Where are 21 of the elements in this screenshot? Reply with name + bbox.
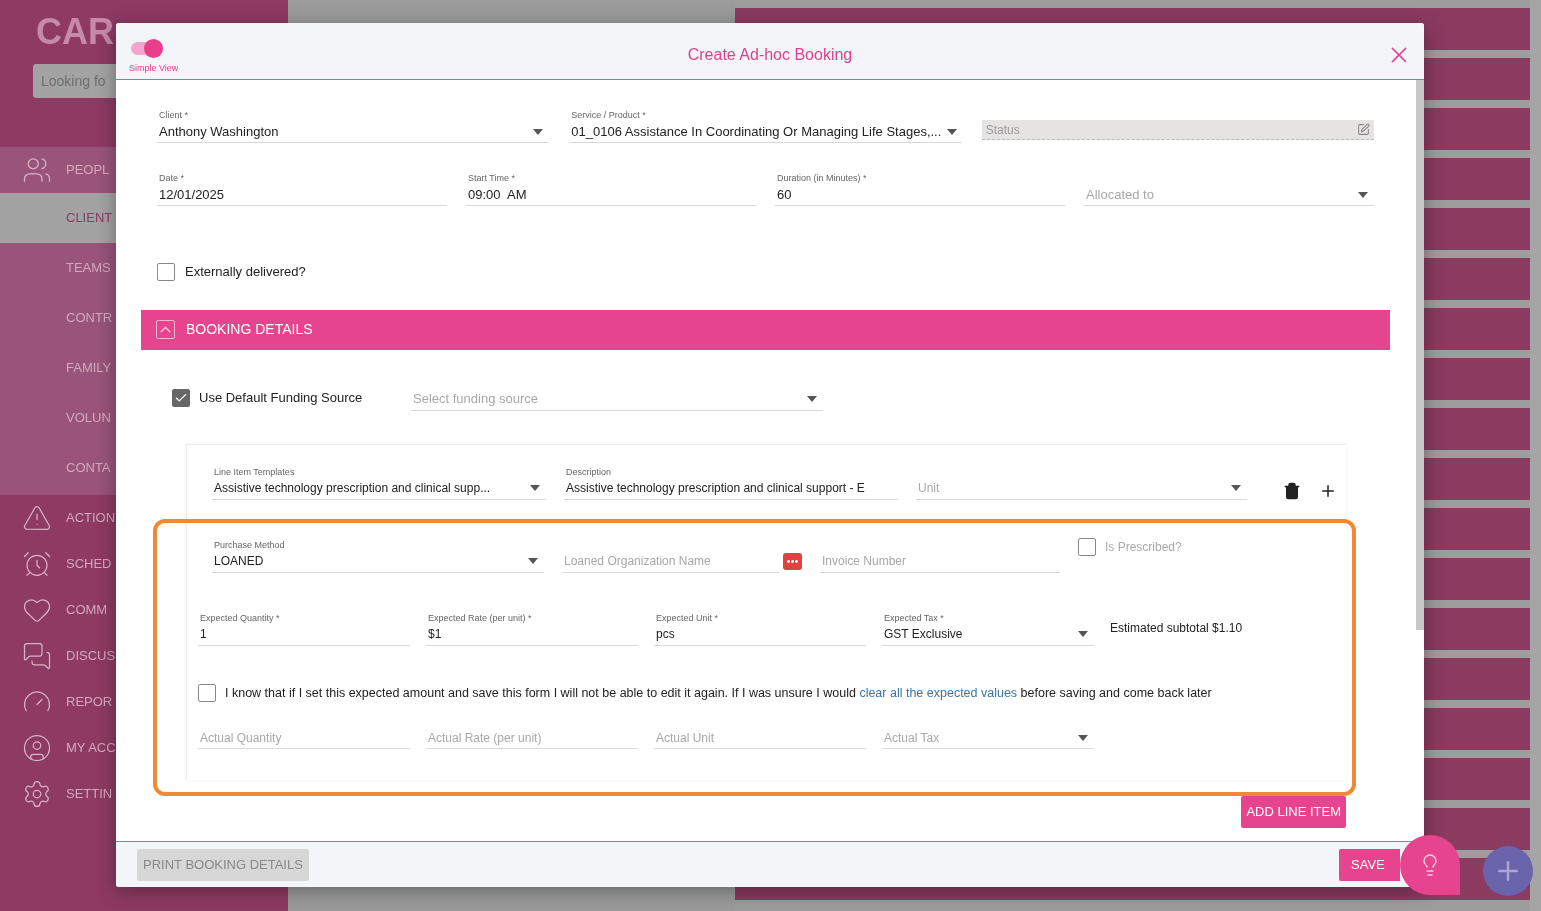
prescribed-label: Is Prescribed?: [1105, 538, 1182, 556]
estimated-subtotal: Estimated subtotal $1.10: [1110, 620, 1243, 637]
field-label: Duration (in Minutes) *: [776, 173, 867, 184]
field-label: Client *: [158, 110, 188, 121]
field-label: Purchase Method: [213, 539, 285, 551]
field-label: Expected Unit *: [655, 612, 719, 624]
field-label: Start Time *: [467, 173, 515, 184]
field-label: Line Item Templates: [213, 466, 295, 478]
dialog-title: Create Ad-hoc Booking: [687, 45, 853, 65]
status-field: Status: [981, 120, 1374, 140]
acknowledgement-text: I know that if I set this expected amount and save this form I will not be able to edit it again. If I was unsure I would clear all the expected values before saving and come back later: [225, 684, 1212, 702]
field-label: Expected Rate (per unit) *: [427, 612, 532, 624]
external-label: Externally delivered?: [185, 263, 306, 281]
default-funding-label: Use Default Funding Source: [199, 389, 363, 407]
logo-text: CAR: [36, 10, 114, 54]
field-label: Date *: [158, 173, 184, 184]
field-label: Expected Tax *: [883, 612, 944, 624]
field-label: Description: [565, 466, 612, 478]
field-label: Expected Quantity *: [199, 612, 280, 624]
field-label: Service / Product *: [570, 110, 646, 121]
toggle-label: Simple View: [129, 62, 179, 75]
